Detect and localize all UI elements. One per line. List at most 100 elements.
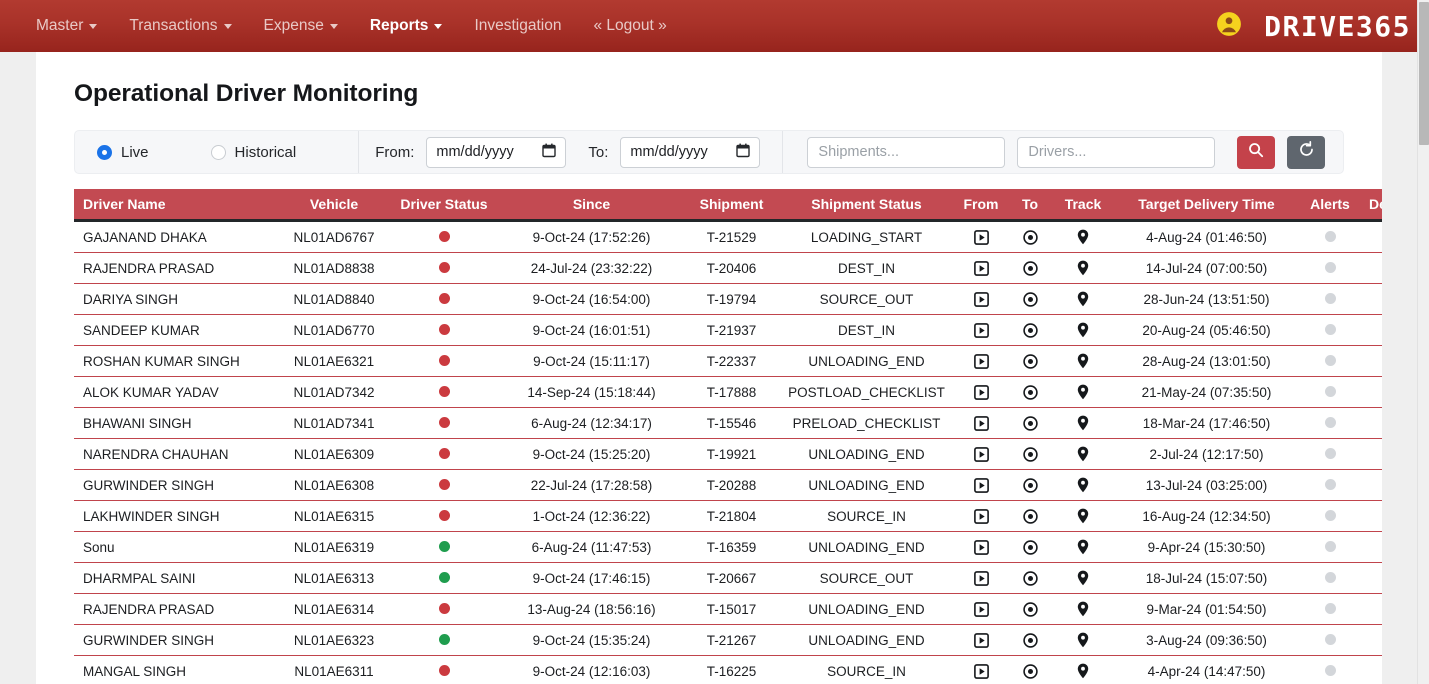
col-since[interactable]: Since [499, 189, 684, 222]
from-date-input[interactable]: mm/dd/yyyy [426, 136, 567, 168]
page-scrollbar[interactable] [1417, 0, 1429, 684]
cell-from[interactable] [954, 220, 1008, 253]
cell-track[interactable] [1052, 624, 1114, 656]
table-row[interactable]: ALOK KUMAR YADAV NL01AD7342 14-Sep-24 (15:… [74, 376, 1382, 408]
alert-dot-icon[interactable] [1324, 602, 1336, 614]
map-pin-icon[interactable] [1077, 353, 1089, 372]
table-row[interactable]: DHARMPAL SAINI NL01AE6313 9-Oct-24 (17:46:… [74, 562, 1382, 594]
cell-to[interactable] [1008, 500, 1052, 532]
cell-track[interactable] [1052, 407, 1114, 439]
map-pin-icon[interactable] [1077, 415, 1089, 434]
cell-details[interactable] [1361, 624, 1382, 656]
cell-from[interactable] [954, 562, 1008, 594]
cell-to[interactable] [1008, 438, 1052, 470]
nav-item-investigation[interactable]: Investigation [460, 11, 575, 41]
cell-from[interactable] [954, 624, 1008, 656]
video-play-icon[interactable] [973, 570, 989, 589]
col-from[interactable]: From [954, 189, 1008, 222]
cell-to[interactable] [1008, 345, 1052, 377]
cell-from[interactable] [954, 531, 1008, 563]
target-icon[interactable] [1022, 384, 1038, 403]
video-play-icon[interactable] [973, 508, 989, 527]
cell-track[interactable] [1052, 469, 1114, 501]
cell-details[interactable] [1361, 407, 1382, 439]
alert-dot-icon[interactable] [1324, 540, 1336, 552]
alert-dot-icon[interactable] [1324, 416, 1336, 428]
video-play-icon[interactable] [973, 384, 989, 403]
table-row[interactable]: DARIYA SINGH NL01AD8840 9-Oct-24 (16:54:00… [74, 283, 1382, 315]
video-play-icon[interactable] [973, 260, 989, 279]
user-circle-icon[interactable] [1216, 11, 1242, 42]
table-row[interactable]: GURWINDER SINGH NL01AE6308 22-Jul-24 (17:2… [74, 469, 1382, 501]
target-icon[interactable] [1022, 446, 1038, 465]
map-pin-icon[interactable] [1077, 632, 1089, 651]
cell-track[interactable] [1052, 500, 1114, 532]
target-icon[interactable] [1022, 663, 1038, 682]
alert-dot-icon[interactable] [1324, 230, 1336, 242]
cell-track[interactable] [1052, 252, 1114, 284]
video-play-icon[interactable] [973, 663, 989, 682]
cell-track[interactable] [1052, 345, 1114, 377]
alert-dot-icon[interactable] [1324, 633, 1336, 645]
target-icon[interactable] [1022, 539, 1038, 558]
cell-details[interactable] [1361, 438, 1382, 470]
map-pin-icon[interactable] [1077, 601, 1089, 620]
map-pin-icon[interactable] [1077, 322, 1089, 341]
table-row[interactable]: GURWINDER SINGH NL01AE6323 9-Oct-24 (15:35… [74, 624, 1382, 656]
cell-to[interactable] [1008, 220, 1052, 253]
col-vehicle[interactable]: Vehicle [279, 189, 389, 222]
col-alerts[interactable]: Alerts [1299, 189, 1361, 222]
cell-to[interactable] [1008, 469, 1052, 501]
calendar-icon[interactable] [736, 143, 751, 162]
table-row[interactable]: BHAWANI SINGH NL01AD7341 6-Aug-24 (12:34:1… [74, 407, 1382, 439]
calendar-icon[interactable] [542, 143, 557, 162]
target-icon[interactable] [1022, 291, 1038, 310]
shipments-search-input[interactable]: Shipments... [807, 136, 1006, 168]
alert-dot-icon[interactable] [1324, 261, 1336, 273]
to-date-input[interactable]: mm/dd/yyyy [620, 136, 761, 168]
cell-details[interactable] [1361, 314, 1382, 346]
table-row[interactable]: RAJENDRA PRASAD NL01AD8838 24-Jul-24 (23:3… [74, 252, 1382, 284]
col-to[interactable]: To [1008, 189, 1052, 222]
cell-from[interactable] [954, 438, 1008, 470]
cell-to[interactable] [1008, 624, 1052, 656]
cell-to[interactable] [1008, 531, 1052, 563]
map-pin-icon[interactable] [1077, 663, 1089, 682]
search-button[interactable] [1237, 135, 1276, 169]
map-pin-icon[interactable] [1077, 508, 1089, 527]
nav-item-logout[interactable]: « Logout » [579, 11, 680, 41]
cell-from[interactable] [954, 314, 1008, 346]
cell-from[interactable] [954, 252, 1008, 284]
drivers-search-input[interactable]: Drivers... [1017, 136, 1216, 168]
alert-dot-icon[interactable] [1324, 478, 1336, 490]
col-shipment[interactable]: Shipment [684, 189, 779, 222]
col-track[interactable]: Track [1052, 189, 1114, 222]
cell-details[interactable] [1361, 252, 1382, 284]
cell-track[interactable] [1052, 220, 1114, 253]
video-play-icon[interactable] [973, 601, 989, 620]
radio-historical-input[interactable] [210, 144, 226, 160]
map-pin-icon[interactable] [1077, 384, 1089, 403]
scrollbar-thumb[interactable] [1419, 2, 1429, 145]
video-play-icon[interactable] [973, 229, 989, 248]
target-icon[interactable] [1022, 415, 1038, 434]
target-icon[interactable] [1022, 601, 1038, 620]
video-play-icon[interactable] [973, 446, 989, 465]
cell-from[interactable] [954, 376, 1008, 408]
cell-details[interactable] [1361, 531, 1382, 563]
cell-to[interactable] [1008, 283, 1052, 315]
video-play-icon[interactable] [973, 477, 989, 496]
cell-track[interactable] [1052, 314, 1114, 346]
target-icon[interactable] [1022, 570, 1038, 589]
alert-dot-icon[interactable] [1324, 571, 1336, 583]
table-row[interactable]: SANDEEP KUMAR NL01AD6770 9-Oct-24 (16:01:5… [74, 314, 1382, 346]
alert-dot-icon[interactable] [1324, 323, 1336, 335]
target-icon[interactable] [1022, 322, 1038, 341]
cell-track[interactable] [1052, 438, 1114, 470]
cell-details[interactable] [1361, 345, 1382, 377]
cell-from[interactable] [954, 345, 1008, 377]
cell-details[interactable] [1361, 655, 1382, 684]
video-play-icon[interactable] [973, 322, 989, 341]
cell-details[interactable] [1361, 593, 1382, 625]
cell-details[interactable] [1361, 469, 1382, 501]
